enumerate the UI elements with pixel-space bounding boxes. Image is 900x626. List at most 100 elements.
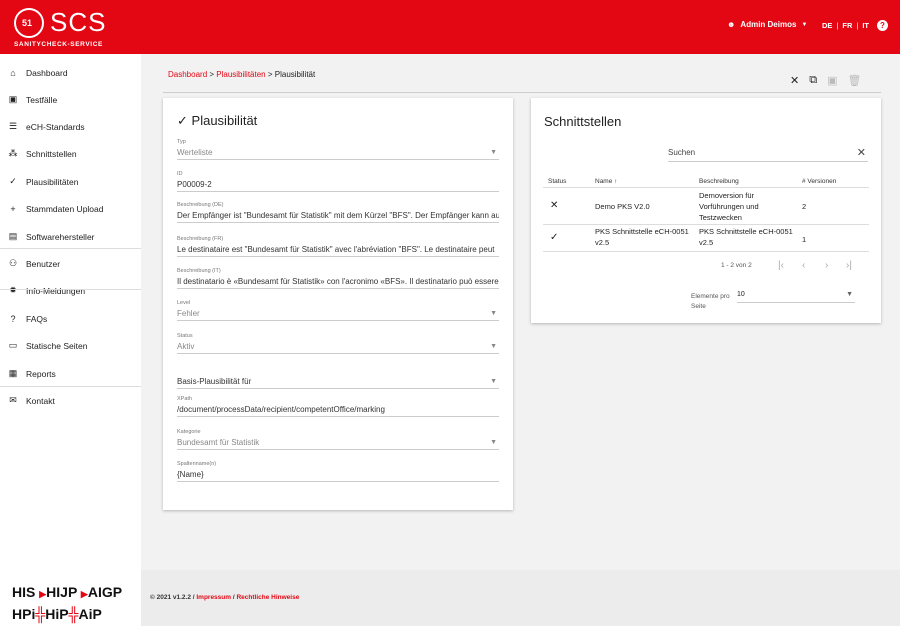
col-name[interactable]: Name ↑	[595, 178, 617, 185]
field-value-text: Basis-Plausibilität für	[177, 377, 252, 386]
lang-separator: |	[836, 21, 839, 30]
sidebar-item-faqs[interactable]: ? FAQs	[0, 305, 141, 332]
sidebar-item-label: Dashboard	[26, 67, 68, 78]
page-icon: ▭	[8, 340, 18, 350]
logo-hijp: HIJP	[46, 584, 78, 600]
cross-icon: ╬	[35, 606, 46, 622]
field-value-text: P00009-2	[177, 180, 212, 189]
field-value[interactable]: {Name}	[177, 468, 499, 482]
field-value[interactable]: Basis-Plausibilität für ▼	[177, 375, 499, 389]
last-page-icon[interactable]: ›|	[846, 260, 852, 271]
help-icon[interactable]: ?	[877, 20, 888, 31]
field-label: ID	[177, 171, 183, 177]
clear-search-icon[interactable]: ✕	[857, 146, 866, 159]
field-value[interactable]: Aktiv ▼	[177, 340, 499, 354]
lang-fr[interactable]: FR	[842, 21, 852, 30]
impressum-link[interactable]: Impressum	[196, 594, 231, 601]
sidebar-item-benutzer[interactable]: ⚇ Benutzer	[0, 250, 141, 277]
logo-hpi: HPi	[12, 606, 36, 622]
sidebar-item-ech-standards[interactable]: ☰ eCH-Standards	[0, 113, 141, 140]
field-label: Typ	[177, 139, 186, 145]
field-label: Kategorie	[177, 429, 201, 435]
mail-icon: ✉	[9, 395, 17, 405]
sidebar-item-statische-seiten[interactable]: ▭ Statische Seiten	[0, 332, 141, 359]
sidebar-divider	[0, 248, 141, 249]
interfaces-title: Schnittstellen	[544, 114, 622, 129]
items-per-page-select[interactable]: 10 ▼	[737, 291, 855, 303]
field-value[interactable]: Werteliste ▼	[177, 146, 499, 160]
field-value[interactable]: Fehler ▼	[177, 307, 499, 321]
field-value[interactable]: Der Empfänger ist "Bundesamt für Statist…	[177, 209, 499, 223]
field-level[interactable]: Level Fehler ▼	[177, 300, 499, 321]
partner-logos: HIS ▶HIJP ▶AIGP HPi╬HiP╬AiP	[12, 582, 122, 624]
sidebar-item-stammdaten-upload[interactable]: + Stammdaten Upload	[0, 195, 141, 222]
field-value-text: Fehler	[177, 309, 200, 318]
field-value[interactable]: P00009-2	[177, 178, 499, 192]
sidebar-item-plausibilit-ten[interactable]: ✓ Plausibilitäten	[0, 168, 141, 195]
field-value-text: {Name}	[177, 470, 204, 479]
field-typ[interactable]: Typ Werteliste ▼	[177, 139, 499, 160]
save-icon[interactable]: ▣	[827, 74, 837, 87]
triangle-icon: ▶	[80, 589, 88, 599]
field-beschreibung-de-[interactable]: Beschreibung (DE) Der Empfänger ist "Bund…	[177, 202, 499, 223]
breadcrumb-current: Plausibilität	[274, 70, 316, 79]
cell-name: Demo PKS V2.0	[595, 202, 650, 211]
field-value[interactable]: Il destinatario è «Bundesamt für Statist…	[177, 275, 499, 289]
delete-icon[interactable]: 🗑	[847, 74, 861, 87]
footer-text: © 2021 v1.2.2 / Impressum / Rechtliche H…	[150, 594, 299, 601]
interface-icon: ⁂	[8, 148, 18, 158]
field-value-text: Le destinataire est "Bundesamt für Stati…	[177, 245, 495, 254]
breadcrumb-plausibilitaeten[interactable]: Plausibilitäten	[216, 70, 265, 79]
copy-icon[interactable]: ⧉	[809, 74, 817, 87]
scs-logo[interactable]: 51 SCS SANITYCHECK-SERVICE	[14, 6, 134, 50]
lang-de[interactable]: DE	[822, 21, 832, 30]
field-beschreibung-it-[interactable]: Beschreibung (IT) Il destinatario è «Bund…	[177, 268, 499, 289]
cell-description: Demoversion für Vorführungen und Testzwe…	[699, 191, 759, 222]
lang-it[interactable]: IT	[862, 21, 869, 30]
table-row[interactable]: ✓ PKS Schnittstelle eCH-0051 v2.5 PKS Schn…	[543, 225, 869, 252]
user-menu[interactable]: ☻ Admin Deimos ▼	[727, 20, 807, 29]
table-row[interactable]: ✕ Demo PKS V2.0 Demoversion für Vorführung…	[543, 188, 869, 225]
sidebar-item-kontakt[interactable]: ✉ Kontakt	[0, 387, 141, 414]
partner-logos-line1: HIS ▶HIJP ▶AIGP	[12, 582, 122, 604]
field-value-text: Aktiv	[177, 342, 195, 351]
field-kategorie[interactable]: Kategorie Bundesamt für Statistik ▼	[177, 429, 499, 450]
sidebar-item-label: Schnittstellen	[26, 148, 77, 159]
field-beschreibung-fr-[interactable]: Beschreibung (FR) Le destinataire est "Bu…	[177, 236, 499, 257]
breadcrumb-dashboard[interactable]: Dashboard	[168, 70, 207, 79]
prev-page-icon[interactable]: ‹	[802, 260, 805, 271]
field-value[interactable]: Bundesamt für Statistik ▼	[177, 436, 499, 450]
close-icon[interactable]: ✕	[790, 74, 799, 87]
chevron-down-icon: ▼	[490, 149, 497, 156]
cell-versions: 2	[802, 202, 807, 211]
sidebar-item-schnittstellen[interactable]: ⁂ Schnittstellen	[0, 140, 141, 167]
next-page-icon[interactable]: ›	[825, 260, 828, 271]
field-id[interactable]: ID P00009-2	[177, 171, 499, 192]
field-basis-plausibilitaet[interactable]: Basis-Plausibilität für ▼	[177, 368, 499, 389]
field-xpath[interactable]: XPath/document/processData/recipient/com…	[177, 396, 499, 417]
sidebar-item-dashboard[interactable]: ⌂ Dashboard	[0, 59, 141, 86]
sidebar-item-label: Benutzer	[26, 258, 61, 269]
search-input[interactable]: Suchen ✕	[668, 146, 868, 162]
col-status[interactable]: Status	[548, 178, 566, 185]
sidebar-item-testf-lle[interactable]: ▣ Testfälle	[0, 86, 141, 113]
col-description[interactable]: Beschreibung	[699, 178, 739, 185]
first-page-icon[interactable]: |‹	[778, 260, 784, 271]
help-icon: ?	[10, 313, 16, 324]
toolbar: ✕ ⧉ ▣ 🗑	[790, 74, 861, 87]
field-status[interactable]: Status Aktiv ▼	[177, 333, 499, 354]
logo-hip: HiP	[45, 606, 69, 622]
field-spaltenname-n-[interactable]: Spaltenname(n) {Name}	[177, 461, 499, 482]
user-icon: ☻	[727, 20, 736, 29]
col-versions[interactable]: # Versionen	[802, 178, 836, 185]
sidebar-item-softwarehersteller[interactable]: ▤ Softwarehersteller	[0, 223, 141, 250]
sidebar-item-info-meldungen[interactable]: ✹ Info-Meldungen	[0, 277, 141, 304]
legal-link[interactable]: Rechtliche Hinweise	[236, 594, 299, 601]
field-value[interactable]: Le destinataire est "Bundesamt für Stati…	[177, 243, 499, 257]
sidebar-item-reports[interactable]: ▦ Reports	[0, 360, 141, 387]
toolbar-divider	[163, 92, 881, 93]
chevron-down-icon: ▼	[846, 291, 853, 298]
breadcrumb: Dashboard > Plausibilitäten > Plausibili…	[168, 70, 315, 79]
field-value[interactable]: /document/processData/recipient/competen…	[177, 403, 499, 417]
cell-description: PKS Schnittstelle eCH-0051 v2.5	[699, 227, 793, 247]
